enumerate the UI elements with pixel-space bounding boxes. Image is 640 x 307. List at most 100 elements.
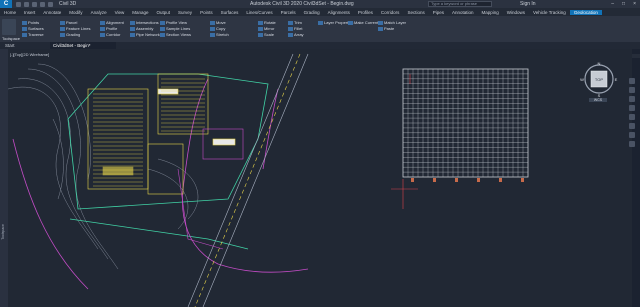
sign-in-button[interactable]: Sign In (520, 1, 536, 7)
ribbon-button[interactable]: Profile (100, 26, 117, 31)
menu-tab[interactable]: Modify (65, 10, 86, 15)
ribbon-button-label: Surfaces (28, 26, 44, 31)
menu-tab[interactable]: Geolocation (569, 9, 602, 15)
full-navigation-wheel-icon[interactable] (629, 78, 635, 84)
document-tabs: Start Civil3dSet - Begin* (0, 42, 640, 49)
menu-tab[interactable]: Home (0, 10, 20, 15)
viewport-controls[interactable]: [-][Top][2D Wireframe] (10, 52, 49, 57)
ribbon-button[interactable]: Alignment (100, 20, 124, 25)
menu-tab[interactable]: Corridors (377, 10, 404, 15)
ribbon-button[interactable]: Mirror (258, 26, 274, 31)
ribbon-button-icon (60, 32, 65, 37)
menu-tab[interactable]: Analyze (87, 10, 111, 15)
ribbon-button-icon (160, 20, 165, 25)
ribbon-button-icon (210, 32, 215, 37)
redo-icon[interactable] (48, 1, 53, 7)
wcs-menu[interactable]: WCS (589, 98, 607, 102)
open-icon[interactable] (24, 1, 29, 7)
app-logo-icon[interactable]: C (0, 0, 12, 8)
drawing-canvas[interactable] (8, 49, 632, 307)
menu-tab[interactable]: Insert (20, 10, 39, 15)
ribbon-button[interactable]: Copy (210, 26, 225, 31)
station-marker (411, 178, 414, 182)
ribbon-button[interactable]: Pipe Network (130, 32, 160, 37)
menu-tab[interactable]: Points (196, 10, 217, 15)
menu-tab[interactable]: Manage (128, 10, 152, 15)
ribbon-button[interactable]: Points (22, 20, 39, 25)
ribbon-button[interactable]: Parcel (60, 20, 77, 25)
menu-tab[interactable]: Annotation (448, 10, 478, 15)
save-icon[interactable] (32, 1, 37, 7)
tab-start[interactable]: Start (2, 42, 18, 49)
menu-tab[interactable]: Output (153, 10, 175, 15)
viewcube[interactable]: TOP N S E W (579, 59, 619, 99)
pan-icon[interactable] (629, 87, 635, 93)
ribbon-button-label: Stretch (216, 32, 229, 37)
ribbon-button-label: Array (294, 32, 304, 37)
maximize-icon[interactable]: □ (622, 1, 625, 7)
ribbon-button[interactable]: Move (210, 20, 226, 25)
ribbon-button[interactable]: Surfaces (22, 26, 44, 31)
search-input[interactable]: Type a keyword or phrase (428, 1, 492, 7)
layer-icon[interactable] (629, 123, 635, 129)
menu-tab[interactable]: Survey (174, 10, 196, 15)
ribbon-button[interactable]: Match Layer (378, 20, 406, 25)
viewcube-north[interactable]: N (598, 61, 601, 66)
menu-tab[interactable]: Annotate (39, 10, 65, 15)
station-marker (433, 178, 436, 182)
minimize-icon[interactable]: – (611, 1, 614, 7)
ribbon-button-label: Intersections (136, 20, 159, 25)
tab-drawing[interactable]: Civil3dSet - Begin* (50, 42, 116, 49)
ribbon-button[interactable]: Assembly (130, 26, 153, 31)
menu-tab[interactable]: Parcels (277, 10, 300, 15)
menu-tab[interactable]: Profiles (354, 10, 377, 15)
ribbon-button[interactable]: Rotate (258, 20, 276, 25)
ribbon-button-icon (318, 20, 323, 25)
ribbon-button[interactable]: Profile View (160, 20, 187, 25)
undo-icon[interactable] (40, 1, 45, 7)
ribbon-button[interactable]: Array (288, 32, 304, 37)
workspace-label[interactable]: Civil 3D (59, 1, 76, 7)
menu-tab[interactable]: Grading (300, 10, 324, 15)
ribbon-button[interactable]: Section Views (160, 32, 191, 37)
ribbon-button-label: Profile (106, 26, 118, 31)
new-icon[interactable] (16, 1, 21, 7)
viewcube-west[interactable]: W (580, 77, 584, 82)
showmotion-icon[interactable] (629, 114, 635, 120)
menu-tab[interactable]: Alignments (324, 10, 354, 15)
ribbon-button[interactable]: Fillet (288, 26, 302, 31)
ribbon-button-icon (288, 20, 293, 25)
menu-tab[interactable]: Sections (403, 10, 428, 15)
viewcube-east[interactable]: E (615, 77, 618, 82)
ribbon-button[interactable]: Trim (288, 20, 302, 25)
ribbon-button[interactable]: Corridor (100, 32, 120, 37)
ribbon-button[interactable]: Make Current (348, 20, 378, 25)
menu-tab[interactable]: Vehicle Tracking (529, 10, 570, 15)
zoom-icon[interactable] (629, 96, 635, 102)
ribbon-button[interactable]: Scale (258, 32, 274, 37)
menu-tab[interactable]: Pipes (429, 10, 448, 15)
ribbon-button[interactable]: Intersections (130, 20, 159, 25)
orbit-icon[interactable] (629, 105, 635, 111)
ribbon-button[interactable]: Traverse (22, 32, 44, 37)
menu-tab[interactable]: Lines/Curves (242, 10, 276, 15)
ribbon-button-label: Match Layer (384, 20, 407, 25)
ribbon-button[interactable]: Sample Lines (160, 26, 190, 31)
ribbon-button[interactable]: Grading (60, 32, 80, 37)
menu-tab[interactable]: Windows (503, 10, 529, 15)
ribbon-button[interactable]: Paste (378, 26, 394, 31)
menu-tab[interactable]: View (111, 10, 129, 15)
menu-tab[interactable]: Mapping (478, 10, 503, 15)
ribbon-button[interactable]: Feature Lines (60, 26, 90, 31)
toolspace-palette[interactable]: Toolspace (0, 49, 8, 307)
ribbon-button-label: Mirror (264, 26, 275, 31)
toolspace-button[interactable] (2, 19, 16, 35)
ribbon-button-icon (100, 20, 105, 25)
properties-icon[interactable] (629, 132, 635, 138)
settings-icon[interactable] (629, 141, 635, 147)
ribbon-button[interactable]: Stretch (210, 32, 229, 37)
menu-tab[interactable]: Surfaces (217, 10, 243, 15)
close-icon[interactable]: × (633, 1, 636, 7)
viewcube-top[interactable]: TOP (595, 77, 603, 82)
ribbon-button-icon (258, 32, 263, 37)
